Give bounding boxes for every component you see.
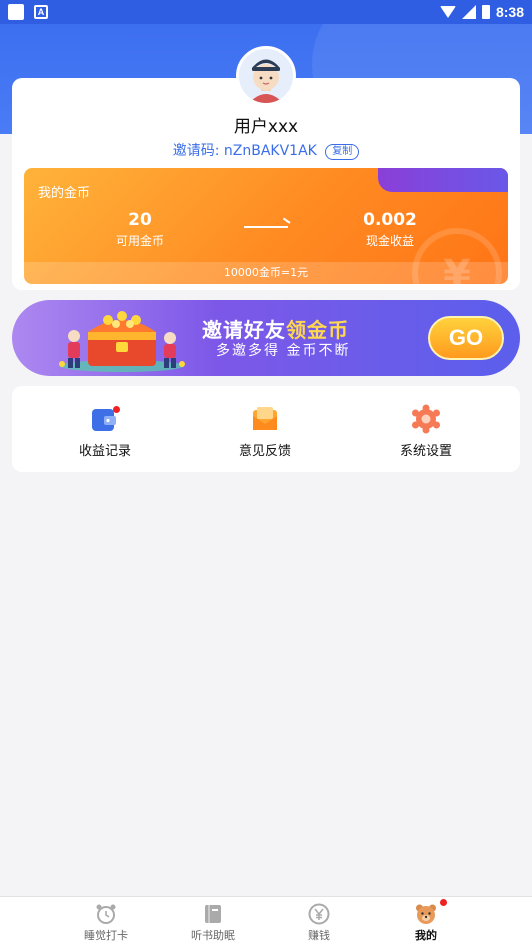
status-bar: A 8:38 xyxy=(0,0,532,24)
invite-friends-banner[interactable]: 邀请好友领金币 多邀多得 金币不断 GO xyxy=(12,300,520,376)
arrow-right-icon xyxy=(244,226,288,228)
tab-audiobook-sleep[interactable]: 听书助眠 xyxy=(173,903,253,943)
menu-item-label: 收益记录 xyxy=(78,444,131,459)
coin-summary-box[interactable]: ¥ 我的金币 20 可用金币 0.002 现金收益 10000金币=1元 xyxy=(24,168,508,284)
yen-coin-icon xyxy=(308,903,330,925)
tab-label: 听书助眠 xyxy=(191,929,235,942)
gear-icon xyxy=(411,404,441,434)
wifi-icon xyxy=(439,6,456,18)
tab-badge xyxy=(440,899,447,906)
signal-icon xyxy=(461,5,476,19)
menu-item-label: 意见反馈 xyxy=(238,444,291,459)
invite-code-row: 邀请码: nZnBAKV1AK 复制 xyxy=(0,140,532,160)
bear-icon xyxy=(415,899,447,925)
avatar-boy-icon xyxy=(239,49,293,103)
menu-card: 收益记录 意见反馈 系统设置 xyxy=(12,386,520,472)
menu-badge xyxy=(113,406,120,413)
alarm-clock-icon xyxy=(95,903,117,925)
coin-box-accent xyxy=(378,168,508,192)
cash-earnings-value: 0.002 xyxy=(363,210,417,230)
available-coins-value: 20 xyxy=(128,210,152,230)
banner-title: 邀请好友领金币 xyxy=(202,318,349,342)
tab-mine[interactable]: 我的 xyxy=(386,899,466,943)
tab-label: 我的 xyxy=(415,929,437,942)
avatar[interactable] xyxy=(236,46,296,106)
tab-label: 赚钱 xyxy=(308,929,330,942)
battery-icon xyxy=(481,5,490,19)
copy-invite-button[interactable]: 复制 xyxy=(325,144,360,160)
username: 用户xxx xyxy=(233,117,299,137)
bottom-tab-bar: 睡觉打卡 听书助眠 赚钱 我的 xyxy=(0,896,532,946)
invite-code: 邀请码: nZnBAKV1AK xyxy=(172,143,317,159)
book-icon xyxy=(202,903,224,925)
menu-item-feedback[interactable]: 意见反馈 xyxy=(195,404,335,459)
feedback-mail-icon xyxy=(250,404,280,434)
notification-square-icon xyxy=(8,4,24,20)
exchange-rate-note: 10000金币=1元 xyxy=(24,262,508,284)
coin-title: 我的金币 xyxy=(38,186,91,201)
treasure-chest-icon xyxy=(59,311,185,372)
available-coins-label: 可用金币 xyxy=(115,234,164,248)
notification-a-icon: A xyxy=(34,5,48,19)
go-button[interactable]: GO xyxy=(428,316,504,360)
banner-subtitle: 多邀多得 金币不断 xyxy=(216,343,351,359)
menu-item-earnings-record[interactable]: 收益记录 xyxy=(35,404,175,459)
cash-earnings-label: 现金收益 xyxy=(365,234,414,248)
tab-label: 睡觉打卡 xyxy=(84,929,128,942)
tab-earn-money[interactable]: 赚钱 xyxy=(279,903,359,943)
wallet-icon xyxy=(90,404,120,434)
tab-sleep-checkin[interactable]: 睡觉打卡 xyxy=(66,903,146,943)
status-time: 8:38 xyxy=(495,4,524,20)
menu-item-label: 系统设置 xyxy=(399,444,452,459)
menu-item-system-settings[interactable]: 系统设置 xyxy=(356,404,496,459)
